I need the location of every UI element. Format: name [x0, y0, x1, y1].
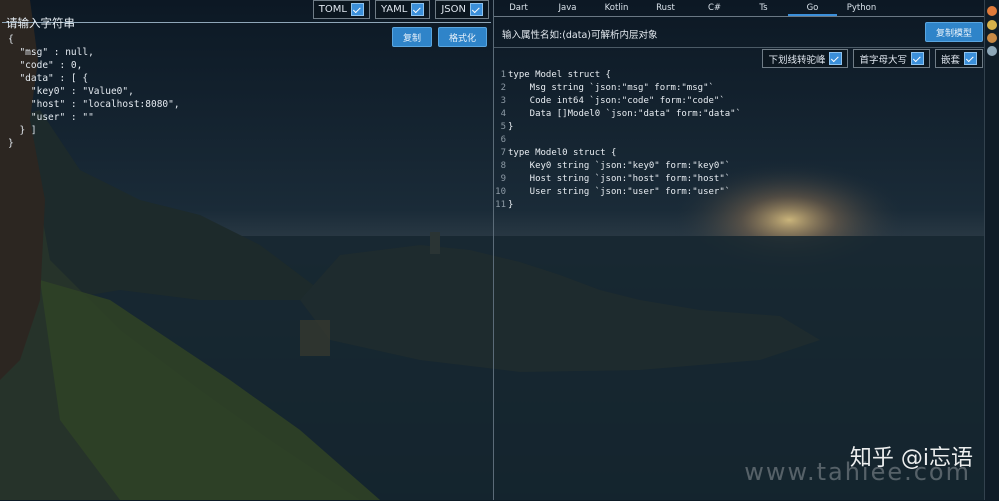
checkbox-checked-icon[interactable] [470, 3, 483, 16]
code-text: type Model struct { [508, 70, 611, 80]
tab-rust[interactable]: Rust [641, 0, 690, 16]
copy-model-button[interactable]: 复制模型 [924, 22, 983, 42]
snake-to-camel-option[interactable]: 下划线转驼峰 [762, 49, 849, 68]
watermark: 知乎 @i忘语 [849, 446, 973, 471]
code-text: Key0 string `json:"key0" form:"key0"` [508, 161, 731, 171]
line-number: 1 [500, 70, 506, 80]
code-line: 10 User string `json:"user" form:"user"` [494, 186, 985, 199]
tab-dart[interactable]: Dart [494, 0, 543, 16]
code-line: 3 Code int64 `json:"code" form:"code"` [494, 95, 985, 108]
json-line: { [8, 34, 14, 45]
yaml-label: YAML [380, 4, 408, 15]
language-tabs: Dart Java Kotlin Rust C# Ts Go Python [494, 0, 985, 17]
yaml-checkbox[interactable]: YAML [374, 0, 431, 19]
json-checkbox[interactable]: JSON [435, 0, 489, 19]
output-panel: Dart Java Kotlin Rust C# Ts Go Python 输入属性名如:(d… [494, 0, 985, 500]
line-number: 8 [500, 161, 506, 171]
code-line: 11} [494, 199, 985, 212]
json-line: "data" : [ { [8, 73, 89, 84]
code-line: 2 Msg string `json:"msg" form:"msg"` [494, 82, 985, 95]
json-line: "msg" : null, [8, 47, 94, 58]
toml-label: TOML [318, 4, 347, 15]
attribute-row: 输入属性名如:(data)可解析内层对象 复制模型 [494, 17, 985, 48]
json-line: } [8, 138, 14, 149]
format-button[interactable]: 格式化 [437, 27, 487, 47]
line-number: 3 [500, 96, 506, 106]
json-input-editor[interactable]: { "msg" : null, "code" : 0, "data" : [ {… [8, 33, 180, 150]
code-text: } [508, 122, 514, 132]
snake-to-camel-label: 下划线转驼峰 [768, 54, 826, 66]
code-line: 9 Host string `json:"host" form:"host"` [494, 173, 985, 186]
attribute-input[interactable]: 输入属性名如:(data)可解析内层对象 [502, 27, 658, 41]
code-text: User string `json:"user" form:"user"` [508, 187, 731, 197]
options-row: 下划线转驼峰 首字母大写 嵌套 [762, 49, 983, 68]
capitalize-label: 首字母大写 [859, 54, 907, 66]
copy-button[interactable]: 复制 [391, 27, 432, 47]
go-code-output[interactable]: 1 type Model struct {2 Msg string `json:"… [494, 69, 985, 212]
code-text: } [508, 200, 514, 210]
nested-label: 嵌套 [940, 54, 960, 66]
sun-icon[interactable] [987, 33, 997, 43]
json-label: JSON [441, 4, 466, 15]
json-line: "key0" : "Value0", [8, 86, 134, 97]
format-checkbox-bar: TOML YAML JSON [312, 0, 493, 20]
json-line: "user" : "" [8, 112, 94, 123]
input-panel: TOML YAML JSON 请输入字符串 复制 格式化 { "msg" : n… [0, 0, 494, 500]
tab-kotlin[interactable]: Kotlin [592, 0, 641, 16]
flower-icon[interactable] [987, 20, 997, 30]
line-number: 4 [500, 109, 506, 119]
code-line: 5} [494, 121, 985, 134]
line-number: 7 [500, 148, 506, 158]
line-number: 9 [500, 174, 506, 184]
code-line: 1 type Model struct { [494, 69, 985, 82]
line-number: 2 [500, 83, 506, 93]
code-text: Code int64 `json:"code" form:"code"` [508, 96, 725, 106]
line-number: 6 [500, 135, 506, 145]
gear-icon[interactable] [987, 46, 997, 56]
checkbox-checked-icon[interactable] [411, 3, 425, 16]
json-line: "code" : 0, [8, 60, 83, 71]
code-line: 8 Key0 string `json:"key0" form:"key0"` [494, 160, 985, 173]
code-text: Data []Model0 `json:"data" form:"data"` [508, 109, 741, 119]
checkbox-checked-icon[interactable] [350, 3, 364, 16]
tab-ts[interactable]: Ts [739, 0, 788, 16]
capitalize-option[interactable]: 首字母大写 [853, 49, 930, 68]
line-number: 5 [500, 122, 506, 132]
checkbox-checked-icon[interactable] [829, 52, 843, 65]
code-line: 4 Data []Model0 `json:"data" form:"data"… [494, 108, 985, 121]
tab-python[interactable]: Python [837, 0, 886, 16]
checkbox-checked-icon[interactable] [910, 52, 924, 65]
line-number: 11 [495, 200, 506, 210]
code-line: 7 type Model0 struct { [494, 147, 985, 160]
toml-checkbox[interactable]: TOML [312, 0, 370, 19]
json-line: } ] [8, 125, 37, 136]
code-text: Msg string `json:"msg" form:"msg"` [508, 83, 714, 93]
side-toolbar [984, 0, 999, 500]
checkbox-checked-icon[interactable] [964, 52, 977, 65]
tab-csharp[interactable]: C# [690, 0, 739, 16]
line-number: 10 [495, 187, 506, 197]
input-actions: 复制 格式化 [391, 27, 487, 47]
input-legend: 请输入字符串 [6, 16, 75, 30]
code-text: Host string `json:"host" form:"host"` [508, 174, 731, 184]
tab-go[interactable]: Go [788, 0, 837, 16]
json-line: "host" : "localhost:8080", [8, 99, 180, 110]
shell-icon[interactable] [987, 6, 997, 16]
code-text: type Model0 struct { [508, 148, 617, 158]
tab-java[interactable]: Java [543, 0, 592, 16]
nested-option[interactable]: 嵌套 [934, 49, 983, 68]
code-line: 6 [494, 134, 985, 147]
